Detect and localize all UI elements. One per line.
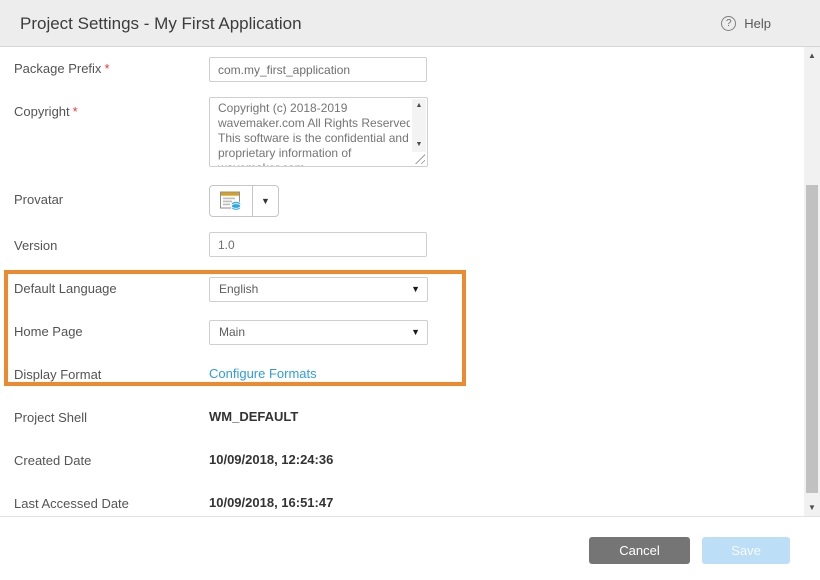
- package-prefix-label-text: Package Prefix: [14, 61, 101, 76]
- dialog-footer: Cancel Save: [0, 516, 820, 580]
- chevron-down-icon: ▼: [411, 278, 420, 301]
- chevron-down-icon: ▼: [411, 321, 420, 344]
- help-label: Help: [744, 16, 771, 31]
- scroll-down-icon[interactable]: ▼: [804, 503, 820, 512]
- version-input[interactable]: [209, 232, 427, 257]
- default-language-value: English: [219, 278, 258, 301]
- package-prefix-input[interactable]: [209, 57, 427, 82]
- home-page-select[interactable]: Main ▼: [209, 320, 428, 345]
- required-asterisk: *: [73, 104, 78, 119]
- copyright-label-text: Copyright: [14, 104, 70, 119]
- provatar-icon-cell[interactable]: [210, 186, 253, 216]
- version-label: Version: [14, 238, 57, 253]
- home-page-label: Home Page: [14, 324, 83, 339]
- created-date-value: 10/09/2018, 12:24:36: [209, 452, 333, 467]
- provatar-dropdown-toggle[interactable]: ▼: [253, 186, 278, 216]
- help-icon: ?: [721, 16, 736, 31]
- copyright-line: proprietary information of: [218, 146, 410, 161]
- copyright-text: Copyright (c) 2018-2019 wavemaker.com Al…: [210, 98, 412, 166]
- copyright-line: Copyright (c) 2018-2019: [218, 101, 410, 116]
- dialog-title: Project Settings - My First Application: [20, 14, 302, 34]
- scroll-down-icon[interactable]: ▼: [412, 140, 426, 150]
- cancel-button[interactable]: Cancel: [589, 537, 690, 564]
- project-settings-dialog: Project Settings - My First Application …: [0, 0, 820, 580]
- provatar-button[interactable]: ▼: [209, 185, 279, 217]
- created-date-label: Created Date: [14, 453, 91, 468]
- copyright-label: Copyright*: [14, 104, 78, 119]
- provatar-label: Provatar: [14, 192, 63, 207]
- display-format-label: Display Format: [14, 367, 101, 382]
- configure-formats-link[interactable]: Configure Formats: [209, 366, 317, 381]
- last-accessed-date-value: 10/09/2018, 16:51:47: [209, 495, 333, 510]
- copyright-line: wavemaker.com All Rights Reserved.: [218, 116, 410, 131]
- help-button[interactable]: ? Help: [721, 16, 771, 31]
- default-language-label: Default Language: [14, 281, 117, 296]
- scrollbar-thumb[interactable]: [806, 185, 818, 493]
- dialog-scrollbar[interactable]: ▲ ▼: [804, 47, 820, 516]
- project-avatar-icon: [219, 191, 243, 212]
- copyright-line: wavemaker.com: [218, 161, 410, 166]
- save-button[interactable]: Save: [702, 537, 790, 564]
- project-shell-label: Project Shell: [14, 410, 87, 425]
- chevron-down-icon: ▼: [261, 196, 270, 206]
- last-accessed-date-label: Last Accessed Date: [14, 496, 129, 511]
- default-language-select[interactable]: English ▼: [209, 277, 428, 302]
- scroll-up-icon[interactable]: ▲: [804, 51, 820, 60]
- scroll-up-icon[interactable]: ▲: [412, 101, 426, 111]
- copyright-textarea[interactable]: Copyright (c) 2018-2019 wavemaker.com Al…: [209, 97, 428, 167]
- copyright-line: This software is the confidential and: [218, 131, 410, 146]
- required-asterisk: *: [104, 61, 109, 76]
- textarea-scrollbar[interactable]: ▲ ▼: [412, 99, 426, 152]
- dialog-header: Project Settings - My First Application …: [0, 0, 820, 47]
- package-prefix-label: Package Prefix*: [14, 61, 110, 76]
- home-page-value: Main: [219, 321, 245, 344]
- project-shell-value: WM_DEFAULT: [209, 409, 298, 424]
- resize-grip-icon[interactable]: [415, 154, 425, 164]
